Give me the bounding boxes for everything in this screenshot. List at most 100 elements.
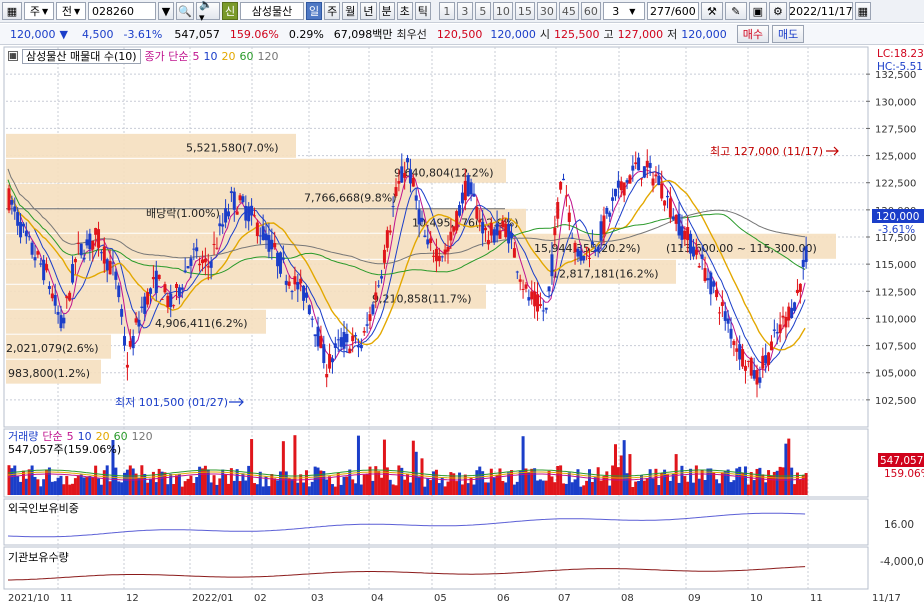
foreign-title[interactable]: 외국인보유비중 — [8, 500, 79, 516]
interval-30[interactable]: 30 — [536, 2, 557, 20]
prev-select[interactable]: 전 ▼ — [56, 2, 86, 20]
candle-body — [62, 317, 66, 324]
high-note: 최고 127,000 (11/17) — [710, 145, 823, 158]
volume-bar — [671, 473, 675, 495]
prev-select-label: 전 — [61, 5, 72, 18]
gear-icon[interactable]: ⚙ — [768, 2, 787, 20]
volume-bar — [501, 480, 505, 495]
candle-body — [273, 243, 277, 248]
volume-bar — [631, 486, 635, 495]
stock-search-icon[interactable]: ▦ — [2, 2, 22, 20]
candle-body — [354, 335, 358, 337]
high-label: 고 — [603, 28, 614, 41]
tab-tick[interactable]: 틱 — [414, 2, 431, 20]
save-icon[interactable]: ▣ — [748, 2, 767, 20]
volume-bar — [651, 478, 655, 495]
volume-bar — [68, 484, 72, 495]
volume-bar — [33, 476, 37, 495]
volume-profile-legend[interactable]: 삼성물산 매물대 수(10) — [22, 48, 141, 64]
tab-minute[interactable]: 분 — [378, 2, 395, 20]
volume-bar — [599, 480, 603, 495]
speaker-icon[interactable]: 🔈▾ — [196, 0, 220, 24]
volume-bar — [665, 473, 669, 495]
candle-body — [313, 334, 317, 337]
candle-body — [403, 172, 407, 178]
tab-year[interactable]: 년 — [360, 2, 377, 20]
volume-bar — [700, 469, 704, 495]
y-tick-label: 125,000 — [875, 152, 916, 163]
candle-body — [19, 221, 23, 238]
interval-select[interactable]: 3 ▼ — [602, 2, 645, 20]
interval-3[interactable]: 3 — [456, 2, 473, 20]
volume-bar — [717, 483, 721, 495]
candle-body — [212, 243, 216, 245]
candle-body — [229, 191, 233, 194]
candle-body — [345, 333, 349, 343]
stock-code-input[interactable]: 028260 — [88, 2, 156, 20]
stock-chart[interactable]: 5,521,580(7.0%) 9,640,804(12.2%) 7,766,668… — [0, 45, 924, 606]
x-tick-label: 07 — [558, 593, 571, 604]
candle-body — [798, 283, 802, 292]
candle-body — [391, 206, 395, 208]
candle-body — [293, 276, 297, 285]
count-input[interactable]: 277/600 — [646, 2, 699, 20]
volume-bar — [536, 480, 540, 495]
volume-bar — [244, 480, 248, 495]
tab-second[interactable]: 초 — [396, 2, 413, 20]
candle-body — [371, 304, 375, 315]
inst-title[interactable]: 기관보유수량 — [8, 549, 69, 565]
interval-60[interactable]: 60 — [580, 2, 601, 20]
candle-body — [536, 294, 540, 312]
candle-body — [377, 285, 381, 287]
x-tick-label: 08 — [621, 593, 634, 604]
candle-body — [91, 240, 95, 250]
count-total: /600 — [671, 4, 696, 18]
candle-body — [772, 329, 776, 331]
ma-legend-label: 종가 단순 — [144, 50, 189, 63]
magnifier-icon[interactable]: 🔍 — [176, 2, 194, 20]
interval-5[interactable]: 5 — [474, 2, 491, 20]
volume-bar — [30, 465, 34, 495]
tab-week[interactable]: 주 — [324, 2, 341, 20]
volume-bar — [544, 480, 548, 495]
volume-bar — [287, 478, 291, 495]
interval-10[interactable]: 10 — [492, 2, 513, 20]
calendar-icon[interactable]: ▦ — [854, 2, 871, 20]
x-tick-label: 09 — [688, 593, 701, 604]
market-select[interactable]: 주 ▼ — [24, 2, 54, 20]
candle-body — [784, 316, 788, 328]
buy-button[interactable]: 매수 — [736, 25, 770, 43]
candle-body — [559, 181, 563, 190]
volume-bar — [677, 482, 681, 495]
candle-body — [322, 344, 326, 364]
date-input[interactable]: 2022/11/17 — [788, 2, 853, 20]
foreign-panel-bg — [3, 498, 869, 546]
stock-name-label: 삼성물산 — [251, 5, 293, 18]
tab-day[interactable]: 일 — [306, 2, 323, 20]
volume-bar — [354, 483, 358, 495]
volume-bar — [752, 480, 756, 495]
draw-tools-icon[interactable]: ✎ — [724, 2, 747, 20]
volume-profile-label: 9,640,804(12.2%) — [394, 166, 494, 179]
volume-bar — [397, 465, 401, 495]
candle-body — [380, 276, 384, 279]
sell-button[interactable]: 매도 — [772, 25, 805, 43]
x-tick-label: 05 — [434, 593, 447, 604]
candle-body — [590, 241, 594, 245]
interval-1[interactable]: 1 — [438, 2, 455, 20]
code-dropdown-button[interactable]: ▼ — [158, 2, 174, 20]
interval-15[interactable]: 15 — [514, 2, 535, 20]
volume-bar — [36, 479, 40, 495]
best-quote-label: 최우선 — [396, 28, 427, 41]
tab-month[interactable]: 월 — [342, 2, 359, 20]
candle-body — [27, 236, 31, 238]
candle-body — [209, 261, 213, 268]
volume-bar — [460, 484, 464, 495]
candle-body — [36, 251, 40, 255]
volume-bar — [276, 480, 280, 495]
interval-45[interactable]: 45 — [558, 2, 579, 20]
legend-grid-icon[interactable]: ▦ — [8, 51, 18, 61]
volume-bar — [250, 439, 254, 495]
chart-tools-icon[interactable]: ⚒ — [700, 2, 723, 20]
candle-body — [512, 248, 516, 258]
